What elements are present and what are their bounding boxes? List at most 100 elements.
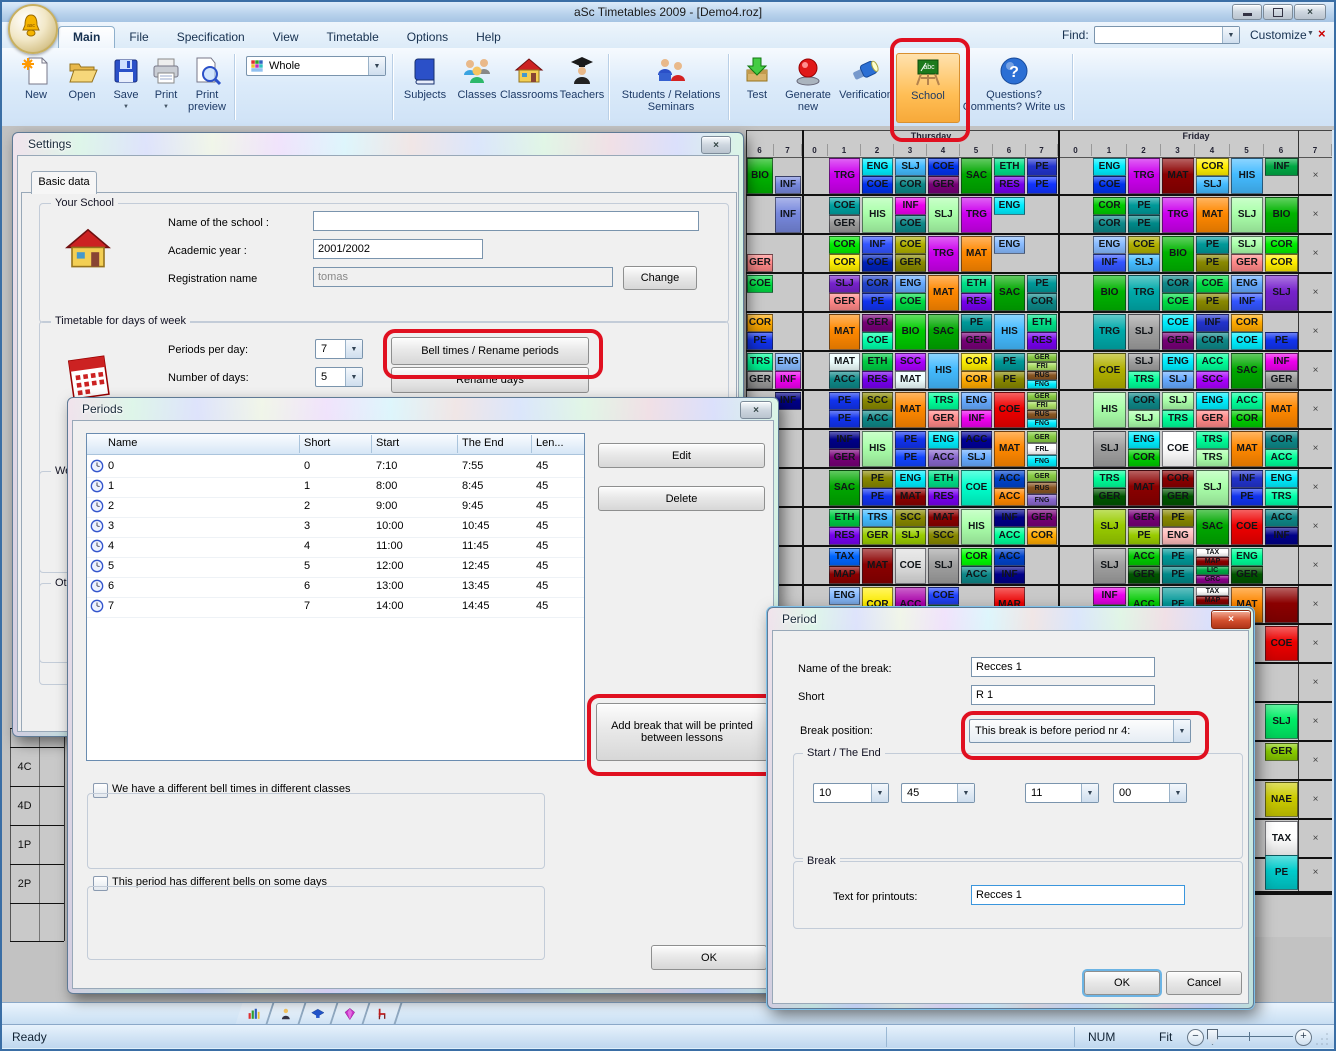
timetable-cell[interactable]: COEGER xyxy=(1162,314,1194,350)
timetable-cell[interactable]: TRG xyxy=(1093,314,1126,350)
timetable-cell[interactable]: SLJ xyxy=(1093,548,1126,584)
timetable-cell[interactable]: INF xyxy=(775,176,801,194)
timetable-cell[interactable]: ETHRES xyxy=(862,353,893,389)
timetable-cell[interactable]: PEPE xyxy=(1027,158,1057,194)
period-row[interactable]: 4411:0011:4545 xyxy=(87,537,584,558)
timetable-cell[interactable]: TRSGER xyxy=(1093,470,1126,506)
zoom-slider-thumb[interactable] xyxy=(1207,1029,1218,1045)
timetable-cell[interactable]: HIS xyxy=(928,353,959,389)
timetable-cell[interactable]: SLJ xyxy=(928,197,959,233)
row-delete-x-mark[interactable]: × xyxy=(1299,664,1332,701)
timetable-cell[interactable]: MAT xyxy=(1162,158,1194,194)
row-delete-x-mark[interactable]: × xyxy=(1299,469,1332,506)
timetable-cell[interactable]: SLJ xyxy=(1093,431,1126,467)
change-button[interactable]: Change xyxy=(623,266,697,290)
column-header-len[interactable]: Len... xyxy=(536,437,564,449)
timetable-cell[interactable]: GERCOE xyxy=(862,314,893,350)
row-delete-x-mark[interactable]: × xyxy=(1299,508,1332,545)
timetable-cell[interactable]: MAT xyxy=(829,314,860,350)
timetable-cell[interactable]: INF xyxy=(1265,158,1298,176)
timetable-cell[interactable]: ENG xyxy=(994,236,1025,254)
timetable-cell[interactable]: ENGCOE xyxy=(895,275,926,311)
timetable-cell[interactable]: ACCSCC xyxy=(1196,353,1229,389)
timetable-cell[interactable]: PEPE xyxy=(829,392,860,428)
period-ok-button[interactable]: OK xyxy=(1084,971,1160,995)
bell-times-button[interactable]: Bell times / Rename periods xyxy=(391,337,589,365)
timetable-cell[interactable]: CORSLJ xyxy=(1196,158,1229,194)
class-row-label[interactable]: 4D xyxy=(10,786,39,825)
timetable-cell[interactable]: ENGINF xyxy=(961,392,992,428)
timetable-cell[interactable]: INFPE xyxy=(1231,470,1263,506)
period-row[interactable]: 5512:0012:4545 xyxy=(87,557,584,578)
edit-button[interactable]: Edit xyxy=(598,443,765,468)
timetable-cell[interactable]: ENGGER xyxy=(1231,548,1263,584)
timetable-cell[interactable]: ACCCOR xyxy=(1231,392,1263,428)
timetable-cell[interactable]: TAXMAP xyxy=(829,548,860,584)
timetable-cell[interactable]: ACCACC xyxy=(994,470,1025,506)
row-delete-x-mark[interactable]: × xyxy=(1299,391,1332,428)
timetable-cell[interactable]: HIS xyxy=(994,314,1025,350)
timetable-cell[interactable]: GER xyxy=(747,254,773,272)
timetable-cell[interactable]: ENGGER xyxy=(1196,392,1229,428)
break-short-input[interactable]: R 1 xyxy=(971,685,1155,705)
grid-right-scrollbar[interactable] xyxy=(1332,130,1336,1024)
row-delete-x-mark[interactable]: × xyxy=(1299,703,1332,740)
timetable-cell[interactable]: HIS xyxy=(1093,392,1126,428)
start-minute-select[interactable]: 45▼ xyxy=(901,783,975,803)
timetable-cell[interactable]: CORCOR xyxy=(1265,236,1298,272)
row-delete-x-mark[interactable]: × xyxy=(1299,547,1332,584)
timetable-cell[interactable]: PEPE xyxy=(994,353,1025,389)
timetable-cell[interactable]: CORCOE xyxy=(1231,314,1263,350)
timetable-cell[interactable]: TRG xyxy=(1162,197,1194,233)
column-header-short[interactable]: Short xyxy=(304,437,330,449)
timetable-cell[interactable]: TRG xyxy=(1128,158,1160,194)
timetable-cell[interactable]: BIO xyxy=(1162,236,1194,272)
row-delete-x-mark[interactable]: × xyxy=(1299,781,1332,818)
column-header-name[interactable]: Name xyxy=(108,437,137,449)
zoom-out-button[interactable]: − xyxy=(1187,1029,1204,1046)
timetable-cell[interactable]: GERFRLFNG xyxy=(1027,431,1057,467)
timetable-cell[interactable]: MAT xyxy=(862,548,893,584)
class-row-label[interactable]: 1P xyxy=(10,825,39,864)
period-row[interactable]: 118:008:4545 xyxy=(87,477,584,498)
timetable-cell[interactable]: SLJ xyxy=(928,548,959,584)
timetable-cell[interactable]: COE xyxy=(961,470,992,506)
timetable-cell[interactable] xyxy=(1265,587,1298,623)
asc-logo-orb[interactable]: asc xyxy=(8,4,58,54)
timetable-cell[interactable]: COE xyxy=(994,392,1025,428)
timetable-cell[interactable]: SLJ xyxy=(1196,470,1229,506)
timetable-cell[interactable]: COE xyxy=(1093,353,1126,389)
timetable-cell[interactable]: COE xyxy=(1162,431,1194,467)
zoom-fit-label[interactable]: Fit xyxy=(1159,1030,1172,1044)
periods-close-icon[interactable]: × xyxy=(740,401,772,419)
timetable-cell[interactable]: SCCSLJ xyxy=(895,509,926,545)
timetable-cell[interactable]: PEPE xyxy=(862,470,893,506)
timetable-cell[interactable]: SLJGER xyxy=(1231,236,1263,272)
number-of-days-select[interactable]: 5▼ xyxy=(315,367,363,387)
timetable-cell[interactable]: MATACC xyxy=(829,353,860,389)
timetable-cell[interactable]: TRSGER xyxy=(862,509,893,545)
timetable-cell[interactable]: ACCINF xyxy=(994,548,1025,584)
periods-list[interactable]: Name Short Start The End Len... 007:107:… xyxy=(86,433,585,761)
timetable-cell[interactable]: PECOR xyxy=(1027,275,1057,311)
timetable-cell[interactable]: SAC xyxy=(994,275,1025,311)
academic-year-input[interactable]: 2001/2002 xyxy=(313,239,483,259)
break-position-select[interactable]: This break is before period nr 4:▼ xyxy=(969,719,1191,743)
timetable-cell[interactable]: MATSCC xyxy=(928,509,959,545)
timetable-cell[interactable]: ENG xyxy=(829,587,860,605)
row-delete-x-mark[interactable]: × xyxy=(1299,854,1332,891)
timetable-cell[interactable]: CORCOE xyxy=(1162,275,1194,311)
timetable-cell[interactable]: GERFRIRUSFNG xyxy=(1027,392,1057,428)
printout-text-input[interactable]: Recces 1 xyxy=(971,885,1185,905)
timetable-cell[interactable]: ENGINF xyxy=(1093,236,1126,272)
timetable-cell[interactable]: PEENG xyxy=(1162,509,1194,545)
period-dialog-title[interactable]: Period xyxy=(782,612,817,626)
timetable-cell[interactable]: MAT xyxy=(1231,431,1263,467)
timetable-cell[interactable]: HIS xyxy=(1231,158,1263,194)
timetable-cell[interactable]: ENGACC xyxy=(928,431,959,467)
timetable-cell[interactable]: CORCOR xyxy=(829,236,860,272)
timetable-cell[interactable]: BIO xyxy=(747,158,773,194)
class-row-label[interactable]: 4C xyxy=(10,747,39,786)
periods-per-day-select[interactable]: 7▼ xyxy=(315,339,363,359)
timetable-cell[interactable]: TRG xyxy=(928,236,959,272)
